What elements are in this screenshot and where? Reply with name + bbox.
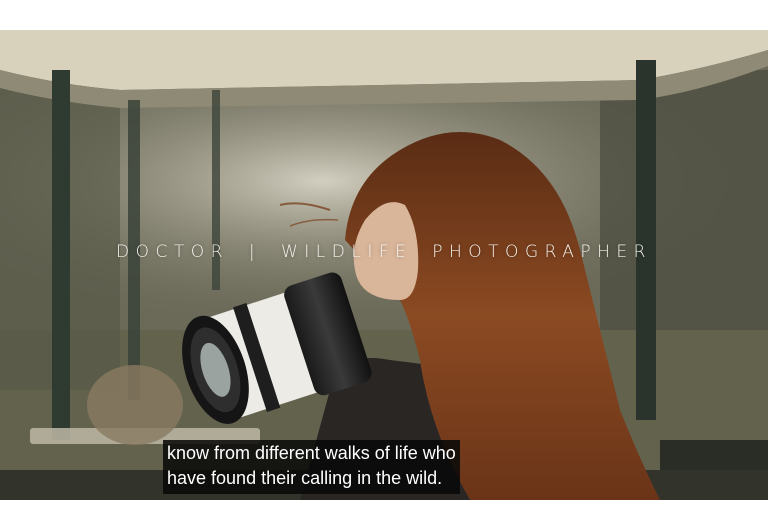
video-overlay-title: DOCTOR | WILDLIFE PHOTOGRAPHER bbox=[116, 242, 652, 262]
subtitle-box: know from different walks of life who ha… bbox=[163, 440, 460, 494]
subtitle-line-2: have found their calling in the wild. bbox=[167, 468, 443, 488]
video-frame[interactable]: DOCTOR | WILDLIFE PHOTOGRAPHER know from… bbox=[0, 30, 768, 500]
subtitle-line-1: know from different walks of life who bbox=[167, 443, 456, 463]
video-still-image bbox=[0, 30, 768, 500]
